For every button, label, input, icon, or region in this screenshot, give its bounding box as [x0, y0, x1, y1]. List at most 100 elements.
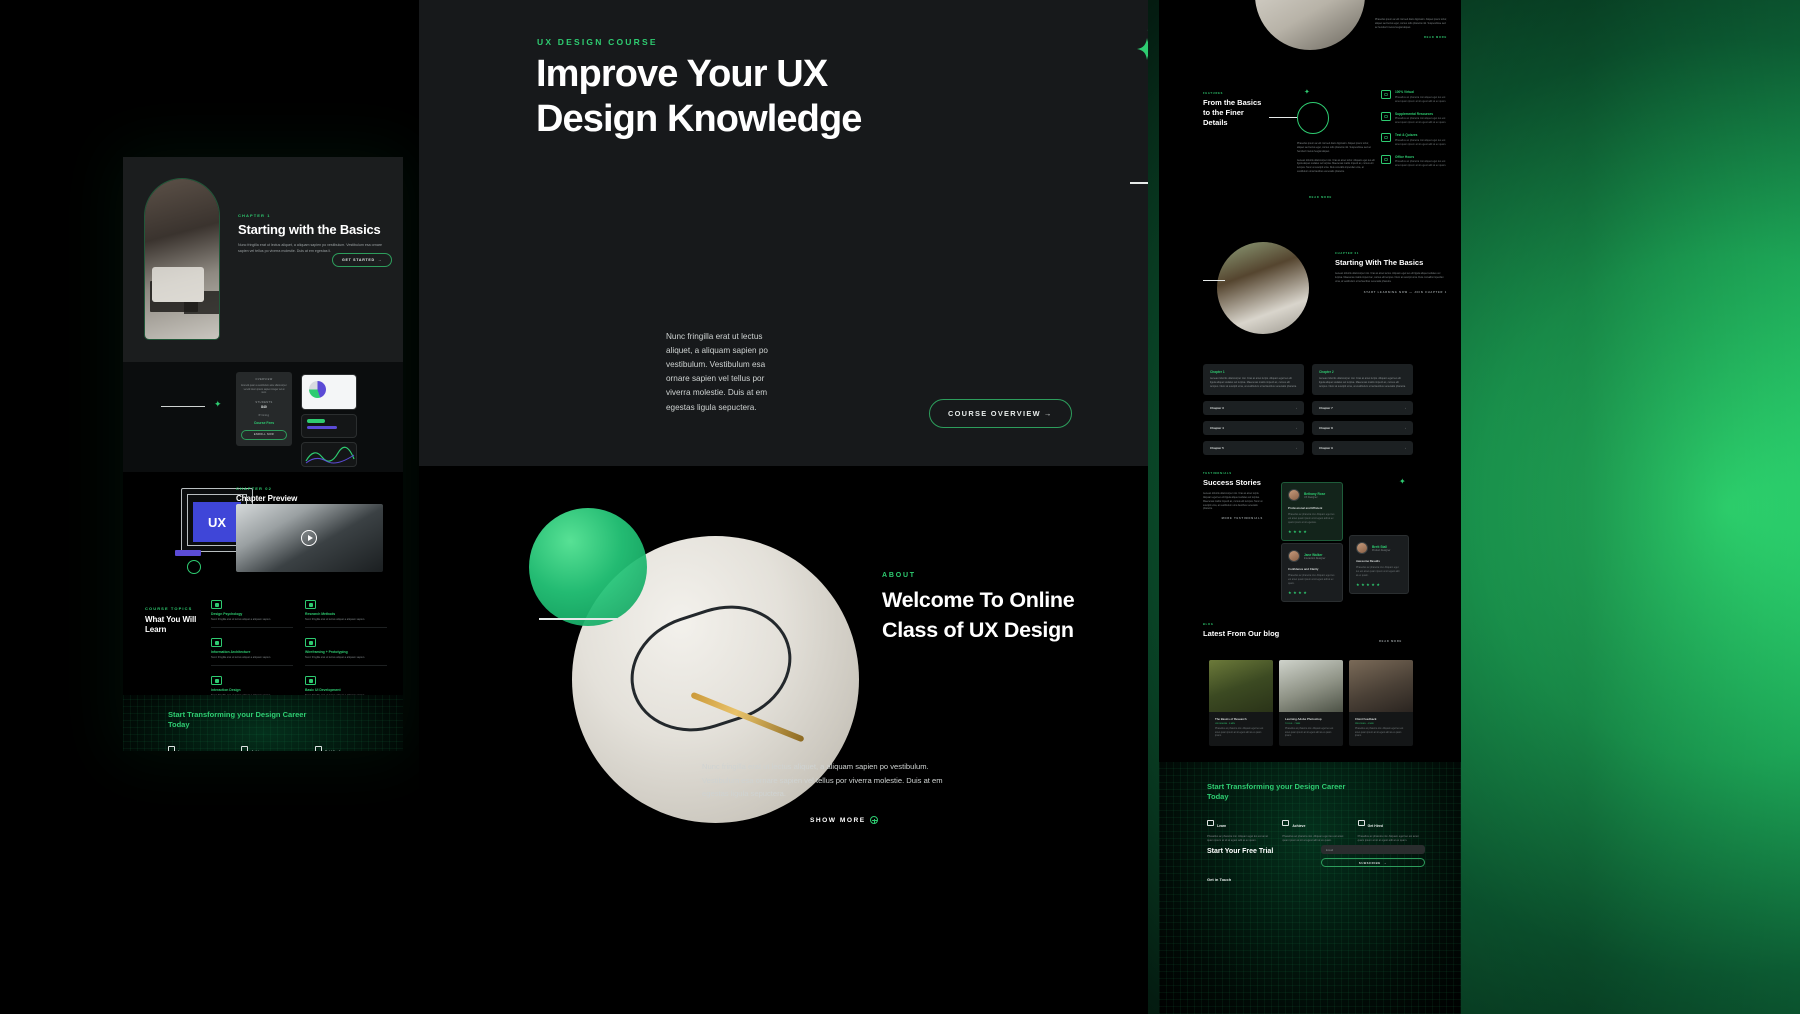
monitor-icon	[1381, 90, 1391, 99]
cta-column: Get Hired Phasellus ac pharetra nisi. Ali…	[1357, 814, 1425, 843]
learn-item-desc: Nunc fringilla erat ut lectus aliquet a …	[305, 656, 365, 660]
arrow-right-icon: →	[1383, 860, 1388, 865]
learn-item-desc: Nunc fringilla erat ut lectus aliquet a …	[305, 618, 365, 621]
testimonial-card[interactable]: Jane Walker Interaction Designer Confiden…	[1281, 543, 1343, 602]
trophy-icon	[241, 745, 249, 751]
left-cta-section: Start Transforming your Design Career To…	[123, 695, 403, 751]
blog-card-meta: UX DESIGN · 5 MIN	[1215, 723, 1235, 725]
course-overview-label: COURSE OVERVIEW	[948, 409, 1041, 418]
avatar	[1288, 550, 1300, 562]
success-heading-block: TESTIMONIALS Success Stories Aenean lobo…	[1203, 472, 1263, 520]
learn-item-desc: Nunc fringilla erat ut lectus aliquet a …	[211, 618, 271, 621]
sparkle-icon: ✦	[214, 399, 222, 409]
left-hero-get-started-button[interactable]: GET STARTED →	[332, 253, 393, 267]
testimonial-role: Interaction Designer	[1304, 556, 1326, 560]
circle-plus-icon	[869, 816, 878, 824]
chevron-right-icon: ›	[1405, 406, 1406, 411]
course-overview-button[interactable]: COURSE OVERVIEW →	[929, 399, 1072, 428]
learn-item-desc: Nunc fringilla erat ut lectus aliquet a …	[211, 656, 271, 660]
left-donut-chart-card	[301, 374, 357, 410]
monitor-icon	[1207, 819, 1214, 826]
show-more-label: SHOW MORE	[810, 816, 866, 824]
right-cta-section: Start Transforming your Design Career To…	[1159, 762, 1461, 1014]
basics-link[interactable]: START LEARNING NOW — JOIN CHAPTER 1	[1335, 291, 1447, 294]
cta-column: Get Hired Phasellus ac pharetra nisi. Al…	[314, 740, 380, 751]
arrow-right-icon: →	[377, 258, 383, 262]
left-overview-card[interactable]: OVERVIEW Erat elit quam a vestibulum ant…	[236, 372, 292, 446]
learn-item[interactable]: Research Methods Nunc fringilla erat ut l…	[305, 600, 387, 629]
testimonial-body: Phasellus ac pharetra nisi. Aliquam eget…	[1288, 513, 1335, 524]
left-chapter-title: Chapter Preview	[236, 494, 298, 503]
testimonial-body: Phasellus ac pharetra nisi. Aliquam eget…	[1356, 566, 1400, 577]
cta-column: Learn Phasellus ac pharetra nisi. Aliqua…	[168, 740, 233, 751]
chapter-row[interactable]: Chapter 7 ›	[1312, 401, 1413, 416]
feature-desc: Phasellus ac pharetra nisi aliquet eget …	[1395, 117, 1447, 124]
blog-card-meta: TOOLS · 7 MIN	[1285, 723, 1301, 725]
right-subscribe-button[interactable]: SUBSCRIBE →	[1321, 858, 1425, 867]
basics-text-block: CHAPTER 01 Starting With The Basics Aene…	[1335, 252, 1447, 294]
chapter-row[interactable]: Chapter 3 ›	[1203, 401, 1304, 416]
chapter-row-title: Chapter 9	[1319, 446, 1333, 451]
blog-eyebrow: BLOG	[1203, 623, 1214, 626]
feature-item[interactable]: Office Hours Phasellus ac pharetra nisi a…	[1381, 154, 1449, 169]
feature-item[interactable]: 100% Virtual Phasellus ac pharetra nisi a…	[1381, 90, 1449, 104]
right-top-read-more[interactable]: READ MORE	[1375, 36, 1447, 39]
cta-column-title: Learn	[178, 750, 187, 751]
details-title: From the Basics to the Finer Details	[1203, 98, 1262, 128]
details-read-more[interactable]: READ MORE	[1309, 196, 1332, 199]
left-wave-chart-card	[301, 442, 357, 467]
feature-title: 100% Virtual	[1395, 90, 1414, 94]
blog-read-more[interactable]: READ MORE	[1379, 640, 1402, 643]
show-more-button[interactable]: SHOW MORE	[810, 816, 878, 824]
hero-rule	[1130, 182, 1148, 184]
blog-card[interactable]: Learning Adobe Photoshop TOOLS · 7 MIN Pha…	[1279, 660, 1343, 747]
rating-stars: ★★★★	[1288, 589, 1309, 595]
rating-stars: ★★★★★	[1356, 581, 1382, 587]
success-link[interactable]: MORE TESTIMONIALS	[1203, 517, 1263, 520]
stat-bar-2	[307, 426, 337, 429]
blog-title: Latest From Our blog	[1203, 629, 1280, 638]
about-title: Welcome To Online Class of UX Design	[882, 588, 1075, 642]
blog-image	[1209, 660, 1273, 712]
testimonial-role: Product Designer	[1372, 548, 1391, 552]
left-hero-button-label: GET STARTED	[342, 258, 375, 262]
sparkle-icon: ✦	[1399, 477, 1406, 486]
chevron-right-icon: ›	[1405, 446, 1406, 451]
left-learn-eyebrow: COURSE TOPICS	[145, 606, 193, 611]
overview-enroll-button[interactable]: ENROLL NOW	[241, 429, 287, 440]
learn-item[interactable]: Wireframing + Prototyping Nunc fringilla …	[305, 638, 387, 667]
learn-item[interactable]: Design Psychology Nunc fringilla erat ut …	[211, 600, 293, 629]
blog-card[interactable]: Client Feedback PROCESS · 4 MIN Phasellus …	[1349, 660, 1413, 747]
right-email-input[interactable]: Email	[1321, 845, 1425, 854]
overview-card-label: OVERVIEW	[255, 378, 273, 381]
feature-title: Office Hours	[1395, 154, 1415, 159]
details-body-1: Phasellus ipsum ac elit nisl sed diam di…	[1297, 142, 1371, 153]
chapter-row[interactable]: Chapter 9 ›	[1312, 441, 1413, 456]
success-body: Aenean lobortis ullamcorper nisi. Cras a…	[1203, 492, 1263, 511]
details-body-block: Phasellus ipsum ac elit nisl sed diam di…	[1297, 142, 1375, 174]
feature-title: Supplemental Resources	[1395, 111, 1434, 116]
feature-item[interactable]: Supplemental Resources Phasellus ac phare…	[1381, 111, 1449, 126]
basics-title: Starting With The Basics	[1335, 258, 1424, 267]
chapter-row[interactable]: Chapter 5 ›	[1203, 441, 1304, 456]
chapter-row[interactable]: Chapter 8 ›	[1312, 421, 1413, 436]
feature-item[interactable]: Test & Quizzes Phasellus ac pharetra nisi…	[1381, 133, 1449, 147]
details-body-2: Aenean lobortis ullamcorper nisi. Cras a…	[1297, 158, 1375, 174]
blog-image	[1279, 660, 1343, 712]
layout-icon	[211, 638, 222, 648]
learn-item[interactable]: Information Architecture Nunc fringilla e…	[211, 638, 293, 667]
stat-bar	[307, 419, 325, 423]
wave-chart-icon	[305, 446, 355, 464]
play-icon[interactable]	[301, 530, 317, 546]
chapter-card[interactable]: Chapter 2 Aenean lobortis ullamcorper nis…	[1312, 364, 1413, 396]
overview-stat-value: 840	[261, 404, 267, 409]
blog-card-title: The Basics of Research	[1215, 717, 1247, 721]
blog-card[interactable]: The Basics of Research UX DESIGN · 5 MIN P…	[1209, 660, 1273, 747]
left-learn-title: What You Will Learn	[145, 615, 197, 634]
chapter-card[interactable]: Chapter 1 Aenean lobortis ullamcorper nis…	[1203, 364, 1304, 396]
monitor-icon	[168, 745, 175, 751]
sparkle-icon: ✦	[1304, 89, 1310, 96]
testimonial-card[interactable]: Brett Stall Product Designer Awesome Resu…	[1349, 535, 1409, 594]
testimonial-card[interactable]: Bethany Rose UX Designer Professional and…	[1281, 482, 1343, 541]
chapter-row[interactable]: Chapter 4 ›	[1203, 421, 1304, 436]
